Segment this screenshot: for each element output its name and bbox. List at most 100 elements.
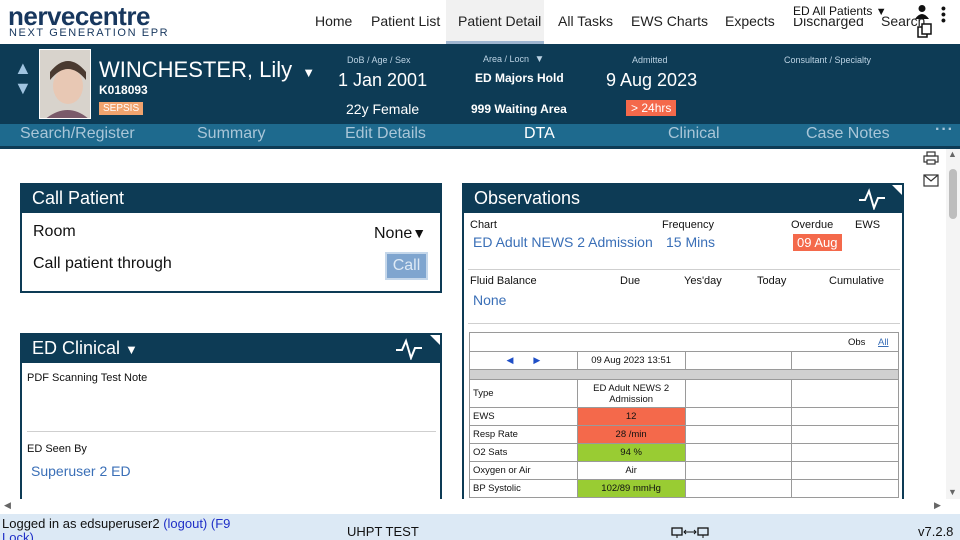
obs-separator [469,369,899,380]
nav-patient-list[interactable]: Patient List [371,13,440,29]
caret-down-icon[interactable]: ▼ [125,342,138,357]
tab-search-register[interactable]: Search/Register [20,125,135,143]
table-row: Oxygen or Air Air [469,461,899,480]
sepsis-badge[interactable]: SEPSIS [99,102,144,115]
ed-clinical-title: ED Clinical [32,338,121,358]
app-version: v7.2.8 [918,524,954,539]
tab-edit-details[interactable]: Edit Details [345,125,426,143]
tab-case-notes[interactable]: Case Notes [806,125,890,143]
next-date-icon[interactable]: ▶ [533,355,540,365]
patient-filter-dropdown[interactable]: ED All Patients ▼ [793,4,887,18]
obs-empty-cell [684,351,793,370]
obs-empty-cell [791,425,899,444]
table-row: Resp Rate 28 /min [469,425,899,444]
obs-date-cell[interactable]: 09 Aug 2023 13:51 [576,351,686,370]
nav-expects[interactable]: Expects [725,13,775,29]
scroll-right-icon[interactable]: ▶ [934,500,941,511]
nav-all-tasks[interactable]: All Tasks [558,13,613,29]
panel-corner-icon[interactable] [892,185,902,195]
tab-clinical[interactable]: Clinical [668,125,720,143]
vital-signs-icon[interactable] [858,188,886,210]
logo-tagline: NEXT GENERATION EPR [9,27,170,39]
table-row: EWS 12 [469,407,899,426]
obs-row-label: O2 Sats [469,443,578,462]
obs-row-label: Resp Rate [469,425,578,444]
obs-label: Obs [848,337,866,348]
patient-id: K018093 [99,83,148,97]
more-menu-icon[interactable]: • • • [941,1,946,27]
tabs-divider [0,146,960,149]
tab-dta[interactable]: DTA [524,125,555,143]
obs-empty-cell [684,443,793,462]
fluid-balance-label: Fluid Balance [470,275,537,287]
panel-corner-icon[interactable] [430,335,440,345]
area-locn-dropdown[interactable]: Area / Locn ▼ [483,54,544,65]
user-icon[interactable] [914,4,930,20]
obs-empty-cell [791,461,899,480]
ed-clinical-header: ED Clinical ▼ [22,335,440,363]
obs-empty-cell [791,351,899,370]
patient-photo[interactable] [39,49,91,119]
next-patient-icon[interactable]: ▼ [14,78,32,98]
overdue-badge: 09 Aug [793,234,842,251]
tab-summary[interactable]: Summary [197,125,265,143]
chart-label: Chart [470,219,497,231]
seen-by-value[interactable]: Superuser 2 ED [31,463,131,479]
copy-icon[interactable] [917,23,933,39]
consultant-label: Consultant / Specialty [784,55,872,65]
obs-empty-cell [791,479,899,498]
obs-row-value[interactable]: Air [576,461,686,480]
obs-row-value[interactable]: 94 % [576,443,686,462]
prev-patient-icon[interactable]: ▲ [14,58,32,78]
status-footer: Logged in as edsuperuser2 (logout) (F9 L… [0,514,960,540]
room-select[interactable]: None▼ [374,225,426,243]
admitted-label: Admitted [632,55,668,65]
screen-swap-icon[interactable] [671,527,709,539]
nav-home[interactable]: Home [315,13,352,29]
divider [468,269,900,270]
prev-date-icon[interactable]: ◀ [506,355,513,365]
frequency-label: Frequency [662,219,714,231]
logout-link[interactable]: (logout) [163,517,207,531]
location-value: 999 Waiting Area [471,102,567,116]
obs-row-value[interactable]: ED Adult NEWS 2 Admission [576,379,686,408]
nav-patient-detail[interactable]: Patient Detail [458,13,541,29]
scroll-up-icon[interactable]: ▲ [948,149,957,159]
obs-empty-cell [684,479,793,498]
obs-separator-row [469,369,899,380]
dob-value: 1 Jan 2001 [338,70,428,90]
patient-nav-arrows: ▲ ▼ [14,58,32,98]
obs-row-value[interactable]: 12 [576,407,686,426]
print-icon[interactable] [923,151,939,165]
obs-date-row: ◀ ▶ 09 Aug 2023 13:51 [469,351,899,370]
fluid-balance-value[interactable]: None [473,292,506,308]
nav-ews-charts[interactable]: EWS Charts [631,13,708,29]
obs-empty-cell [684,407,793,426]
obs-empty-cell [684,461,793,480]
scroll-left-icon[interactable]: ◀ [4,500,11,511]
chart-value[interactable]: ED Adult NEWS 2 Admission [473,234,653,250]
vital-signs-icon[interactable] [395,338,423,360]
patient-menu-caret-icon[interactable]: ▼ [302,65,315,80]
obs-empty-cell [791,379,899,408]
patient-name[interactable]: WINCHESTER, Lily ▼ [99,57,315,83]
call-button[interactable]: Call [385,252,428,280]
room-select-value: None [374,225,413,242]
horizontal-scrollbar[interactable]: ◀ ▶ [0,499,946,514]
obs-row-value[interactable]: 102/89 mmHg [576,479,686,498]
more-tabs-icon[interactable]: ··· [935,121,954,139]
vertical-scrollbar[interactable]: ▲ ▼ [946,149,960,499]
call-patient-title: Call Patient [22,185,440,213]
scrollbar-thumb[interactable] [949,169,957,219]
obs-row-value[interactable]: 28 /min [576,425,686,444]
email-icon[interactable] [923,174,939,187]
environment-label: UHPT TEST [347,524,419,539]
frequency-value[interactable]: 15 Mins [666,234,715,250]
scroll-down-icon[interactable]: ▼ [948,487,957,497]
table-row: Type ED Adult NEWS 2 Admission [469,379,899,408]
obs-empty-cell [791,443,899,462]
caret-down-icon: ▼ [534,54,545,65]
all-obs-link[interactable]: All [878,337,889,348]
clinical-note: PDF Scanning Test Note [27,372,148,384]
caret-down-icon: ▼ [412,225,427,241]
